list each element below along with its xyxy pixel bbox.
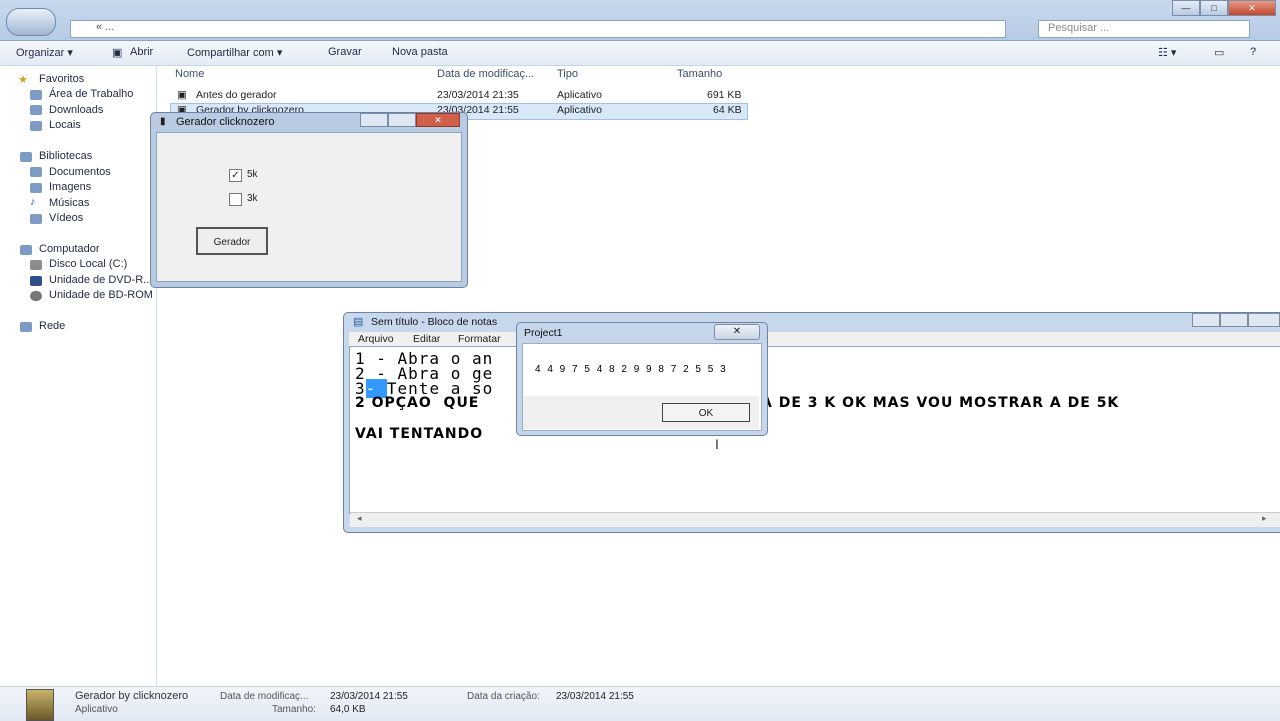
details-pane	[0, 686, 1280, 721]
notepad-maximize-button[interactable]	[1220, 313, 1248, 327]
nav-libraries[interactable]: Bibliotecas	[39, 150, 92, 162]
nav-images[interactable]: Imagens	[49, 181, 91, 193]
notepad-text-area[interactable]: 1 - Abra o an 2 - Abra o ge 3- Tente a s…	[349, 346, 1280, 514]
file-name: Antes do gerador	[196, 89, 277, 101]
details-kind: Aplicativo	[75, 704, 118, 715]
share-button[interactable]: Compartilhar com ▾	[187, 46, 282, 59]
message-box-text: 4 4 9 7 5 4 8 2 9 9 8 7 2 5 5 3	[535, 364, 728, 375]
nav-desktop[interactable]: Área de Trabalho	[49, 88, 133, 100]
checkbox-5k[interactable]: ✓	[229, 169, 242, 182]
gerador-minimize-button[interactable]	[360, 113, 388, 127]
text-cursor-icon: I	[715, 436, 719, 452]
gerador-client-area	[156, 132, 462, 282]
libraries-icon	[20, 152, 32, 162]
details-created: 23/03/2014 21:55	[556, 691, 634, 702]
message-box-title: Project1	[524, 327, 563, 339]
menu-format[interactable]: Formatar	[458, 333, 501, 345]
address-text: « ...	[96, 21, 115, 33]
nav-bd-drive[interactable]: Unidade de BD-ROM...	[49, 289, 154, 301]
music-icon: ♪	[30, 196, 36, 208]
gerador-button[interactable]: Gerador	[196, 227, 268, 255]
nav-dvd-drive[interactable]: Unidade de DVD-R...	[49, 274, 154, 286]
notepad-minimize-button[interactable]	[1192, 313, 1220, 327]
new-folder-button[interactable]: Nova pasta	[392, 46, 448, 58]
dvd-drive-icon	[30, 276, 42, 286]
close-button[interactable]: ✕	[1228, 0, 1276, 16]
gerador-close-button[interactable]: ✕	[416, 113, 460, 127]
app-window-icon: ▮	[160, 116, 166, 127]
desktop-icon	[30, 90, 42, 100]
organize-button[interactable]: Organizar ▾	[16, 46, 73, 59]
checkbox-3k-label: 3k	[247, 193, 258, 204]
downloads-icon	[30, 105, 42, 115]
nav-favorites[interactable]: Favoritos	[39, 73, 84, 85]
nav-disk-c[interactable]: Disco Local (C:)	[49, 258, 127, 270]
nav-locals[interactable]: Locais	[49, 119, 81, 131]
network-icon	[20, 322, 32, 332]
images-icon	[30, 183, 42, 193]
burn-button[interactable]: Gravar	[328, 46, 362, 58]
help-icon[interactable]: ?	[1250, 46, 1256, 58]
column-size[interactable]: Tamanho	[677, 68, 722, 80]
bd-drive-icon	[30, 291, 42, 301]
column-date[interactable]: Data de modificaç...	[437, 68, 534, 80]
places-icon	[30, 121, 42, 131]
notepad-close-button[interactable]	[1248, 313, 1280, 327]
details-name: Gerador by clicknozero	[75, 690, 189, 702]
menu-edit[interactable]: Editar	[413, 333, 440, 345]
details-modified: 23/03/2014 21:55	[330, 691, 408, 702]
horizontal-scrollbar[interactable]	[350, 512, 1280, 527]
documents-icon	[30, 167, 42, 177]
file-size: 64 KB	[713, 104, 742, 116]
details-created-label: Data da criação:	[467, 691, 540, 702]
app-icon: ▣	[177, 89, 187, 101]
details-size-label: Tamanho:	[272, 704, 316, 715]
notepad-title: Sem título - Bloco de notas	[371, 316, 498, 328]
star-icon: ★	[18, 74, 28, 86]
menu-file[interactable]: Arquivo	[358, 333, 394, 345]
search-placeholder: Pesquisar ...	[1048, 22, 1110, 34]
videos-icon	[30, 214, 42, 224]
nav-downloads[interactable]: Downloads	[49, 104, 103, 116]
message-box-close-button[interactable]: ✕	[714, 324, 760, 340]
text-line-4-left: 2 OPÇAO QUE	[355, 395, 480, 411]
details-size: 64,0 KB	[330, 704, 366, 715]
view-options-icon[interactable]: ☷ ▾	[1158, 46, 1176, 59]
column-type[interactable]: Tipo	[557, 68, 578, 80]
file-type: Aplicativo	[557, 89, 602, 101]
maximize-button[interactable]: □	[1200, 0, 1228, 16]
text-line-4-right: A DE 3 K OK MAS VOU MOSTRAR A DE 5K	[761, 395, 1120, 411]
file-type: Aplicativo	[557, 104, 602, 116]
scroll-right-icon[interactable]: ▸	[1262, 513, 1267, 524]
open-icon: ▣	[112, 47, 123, 59]
computer-icon	[20, 245, 32, 255]
column-name[interactable]: Nome	[175, 68, 204, 80]
open-button[interactable]: Abrir	[130, 46, 153, 58]
checkbox-3k[interactable]	[229, 193, 242, 206]
gerador-title: Gerador clicknozero	[176, 116, 275, 128]
minimize-button[interactable]: —	[1172, 0, 1200, 16]
nav-computer[interactable]: Computador	[39, 243, 100, 255]
ok-button[interactable]: OK	[662, 403, 750, 422]
gerador-maximize-button[interactable]	[388, 113, 416, 127]
nav-videos[interactable]: Vídeos	[49, 212, 83, 224]
nav-documents[interactable]: Documentos	[49, 166, 111, 178]
disk-icon	[30, 260, 42, 270]
details-modified-label: Data de modificaç...	[220, 691, 309, 702]
address-field[interactable]	[70, 20, 1006, 38]
scroll-left-icon[interactable]: ◂	[357, 513, 362, 524]
preview-pane-icon[interactable]: ▭	[1214, 46, 1224, 59]
nav-music[interactable]: Músicas	[49, 197, 89, 209]
notepad-icon: ▤	[353, 316, 364, 328]
checkbox-5k-label: 5k	[247, 169, 258, 180]
file-date: 23/03/2014 21:35	[437, 89, 519, 101]
file-size: 691 KB	[707, 89, 742, 101]
nav-network[interactable]: Rede	[39, 320, 65, 332]
app-thumbnail-icon	[26, 689, 54, 721]
back-forward-buttons[interactable]	[6, 8, 56, 36]
text-line-6: VAI TENTANDO	[355, 426, 484, 442]
